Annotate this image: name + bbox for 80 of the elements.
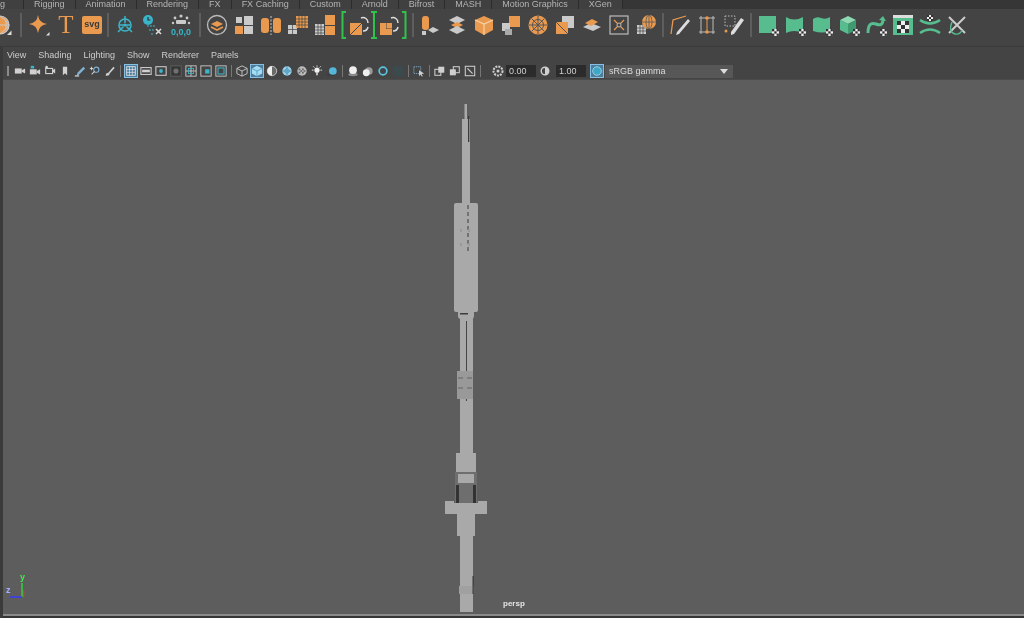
crossed-frame-icon[interactable] — [184, 64, 198, 78]
framed-square-icon[interactable] — [199, 64, 213, 78]
shelf-tab[interactable]: g — [0, 0, 24, 9]
bracket-icon[interactable] — [341, 10, 347, 39]
pen-icon[interactable] — [73, 64, 87, 78]
menu-item[interactable]: Show — [126, 49, 150, 61]
bracket-icon[interactable] — [401, 10, 407, 39]
grid-icon[interactable] — [314, 13, 336, 36]
caret-icon — [720, 68, 728, 74]
shelf-tab[interactable]: FX Caching — [231, 0, 300, 9]
sphere-icon[interactable] — [325, 64, 339, 78]
shelf-tab[interactable]: Custom — [299, 0, 352, 9]
selection-icon[interactable] — [412, 64, 426, 78]
checker-sphere-icon[interactable] — [295, 64, 309, 78]
menu-item[interactable]: Renderer — [161, 49, 199, 61]
dotted-ring-icon[interactable] — [492, 65, 504, 77]
menu-item[interactable]: Panels — [210, 49, 239, 61]
ring-icon[interactable] — [376, 64, 390, 78]
contrast-icon[interactable] — [540, 65, 550, 77]
squares-icon[interactable] — [233, 13, 255, 36]
cube-icon[interactable] — [838, 13, 860, 36]
view-transform-dropdown[interactable]: sRGB gamma — [605, 64, 733, 78]
grid-icon[interactable] — [124, 64, 138, 78]
dots-icon — [171, 12, 191, 25]
cylinders-icon[interactable] — [260, 13, 282, 36]
sphere-icon[interactable] — [0, 13, 12, 36]
clock-icon[interactable] — [141, 13, 163, 36]
cross-loop-icon[interactable] — [946, 13, 968, 36]
menu-item[interactable]: Shading — [38, 49, 72, 61]
pencil-icon[interactable] — [723, 13, 745, 36]
axis-label: z — [6, 586, 11, 595]
textured-sphere-icon[interactable] — [280, 64, 294, 78]
diagonal-square-icon[interactable] — [463, 64, 477, 78]
sphere-grid-icon[interactable] — [635, 13, 657, 36]
shelf-tab[interactable]: XGen — [578, 0, 623, 9]
handle-icon[interactable] — [7, 66, 9, 76]
square-icon[interactable] — [757, 13, 779, 36]
half-circle-icon[interactable] — [265, 64, 279, 78]
text-tool-button[interactable]: T — [55, 13, 77, 36]
shelf-tab[interactable]: Animation — [75, 0, 137, 9]
cylinder-icon[interactable] — [419, 13, 441, 36]
brush-icon[interactable] — [103, 64, 117, 78]
shelf-tab[interactable]: Rigging — [24, 0, 76, 9]
nested-squares-icon[interactable] — [214, 64, 228, 78]
axis-gizmo-icon — [9, 582, 25, 598]
shelf-tab[interactable]: MASH — [445, 0, 493, 9]
dark-square-icon[interactable] — [169, 64, 183, 78]
i-beam-icon[interactable] — [371, 10, 377, 39]
menu-item[interactable]: Lighting — [83, 49, 115, 61]
cube-icon[interactable] — [473, 13, 495, 36]
layers-icon[interactable] — [206, 13, 228, 36]
blocks-icon[interactable] — [500, 13, 522, 36]
curves-icon[interactable] — [919, 13, 941, 36]
window-icon[interactable] — [892, 13, 914, 36]
shelf-tab[interactable]: Bifrost — [398, 0, 446, 9]
shelf-tab[interactable]: FX — [199, 0, 232, 9]
wireframe-cube-icon[interactable] — [235, 64, 249, 78]
gamma-field[interactable]: 1.00 — [556, 65, 586, 77]
lightbulb-icon[interactable] — [310, 64, 324, 78]
shelf-tab[interactable]: Arnold — [351, 0, 399, 9]
framed-bar-icon[interactable] — [139, 64, 153, 78]
frame-icon[interactable] — [696, 13, 718, 36]
sphere-icon[interactable] — [346, 64, 360, 78]
axis-label: y — [20, 573, 25, 582]
sphere-icon[interactable] — [361, 64, 375, 78]
overlap-icon[interactable] — [433, 64, 447, 78]
shelf-tab[interactable]: Motion Graphics — [492, 0, 579, 9]
wheel-icon[interactable] — [527, 13, 549, 36]
frame-icon[interactable] — [608, 13, 630, 36]
camera-label: persp — [503, 599, 525, 609]
circle-toggle-icon[interactable] — [590, 64, 604, 78]
overlap-icon[interactable] — [448, 64, 462, 78]
origin-button[interactable]: 0,0,0 — [168, 12, 194, 37]
shelf-tab[interactable]: Rendering — [136, 0, 200, 9]
exposure-field[interactable]: 0.00 — [506, 65, 536, 77]
menu-item[interactable]: View — [7, 49, 27, 61]
squares-icon[interactable] — [554, 13, 576, 36]
pencil-icon[interactable] — [669, 13, 691, 36]
svg-tool-button[interactable]: svg — [82, 15, 102, 34]
grid-icon[interactable] — [287, 13, 309, 36]
